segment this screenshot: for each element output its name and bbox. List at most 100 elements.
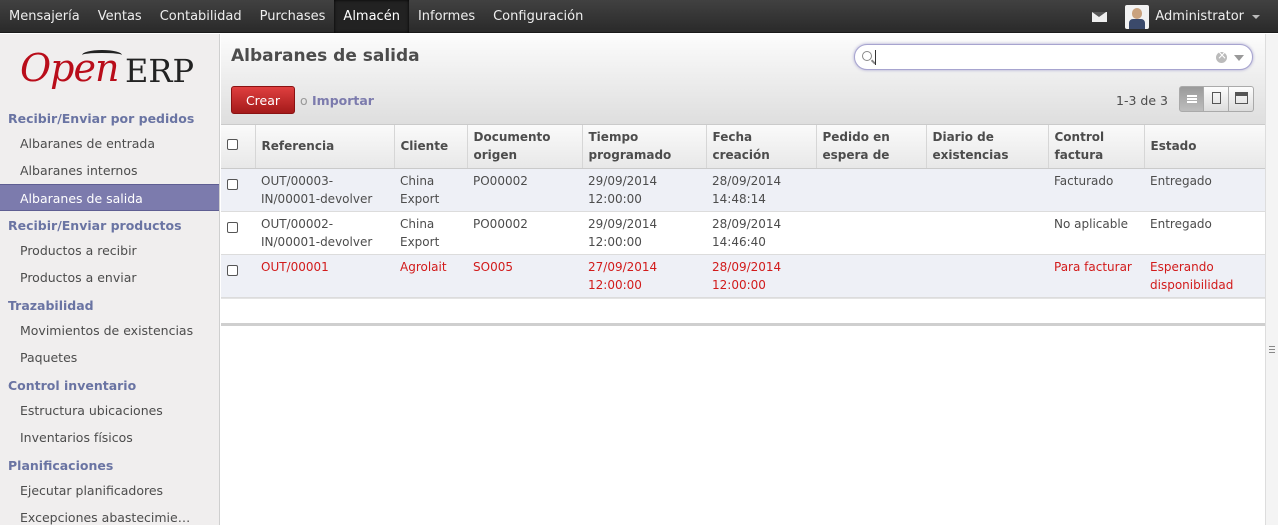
sidebar-section-title: Recibir/Enviar por pedidos bbox=[8, 111, 195, 126]
cell-reference: OUT/00002-IN/00001-devolver bbox=[255, 211, 394, 255]
cell-created: 28/09/2014 14:46:40 bbox=[706, 211, 816, 255]
sidebar-item-excepciones[interactable]: Excepciones abastecimie… bbox=[0, 504, 219, 525]
sidebar-section-title: Control inventario bbox=[8, 378, 137, 393]
cell-created: 28/09/2014 14:48:14 bbox=[706, 168, 816, 212]
logo-bird-icon bbox=[82, 50, 122, 60]
chevron-down-icon[interactable] bbox=[1252, 14, 1260, 19]
scrollbar[interactable] bbox=[1265, 34, 1278, 525]
cell-client: Agrolait bbox=[394, 254, 467, 298]
avatar[interactable] bbox=[1125, 4, 1150, 29]
sidebar-item-estructura-ubicaciones[interactable]: Estructura ubicaciones bbox=[0, 397, 219, 424]
mail-icon[interactable] bbox=[1092, 11, 1108, 22]
logo: Open ERP bbox=[0, 34, 219, 104]
cell-reference: OUT/00001 bbox=[255, 254, 394, 298]
menu-mensajeria[interactable]: Mensajería bbox=[0, 0, 89, 33]
user-menu[interactable]: Administrator bbox=[1155, 9, 1244, 24]
sidebar-item-paquetes[interactable]: Paquetes bbox=[0, 344, 219, 371]
row-select-cell bbox=[221, 168, 255, 212]
cell-origin: PO00002 bbox=[467, 168, 582, 212]
import-link[interactable]: Importar bbox=[312, 93, 374, 108]
select-all-checkbox[interactable] bbox=[227, 139, 238, 151]
table-header: Referencia Cliente Documento origen Tiem… bbox=[221, 125, 1265, 169]
cell-reference: OUT/00003-IN/00001-devolver bbox=[255, 168, 394, 212]
row-select-cell bbox=[221, 254, 255, 298]
or-label: o bbox=[300, 93, 308, 108]
cell-origin: PO00002 bbox=[467, 211, 582, 255]
cell-scheduled: 27/09/2014 12:00:00 bbox=[582, 254, 706, 298]
list-icon bbox=[1187, 95, 1197, 97]
form-icon bbox=[1212, 92, 1221, 104]
cell-backorder bbox=[816, 168, 926, 212]
row-checkbox[interactable] bbox=[227, 221, 238, 233]
calendar-view-button[interactable] bbox=[1229, 86, 1254, 112]
menu-ventas[interactable]: Ventas bbox=[89, 0, 151, 33]
search-input[interactable] bbox=[854, 44, 1253, 70]
column-header[interactable]: Diario de existencias bbox=[926, 125, 1049, 169]
table-row[interactable]: OUT/00002-IN/00001-devolver China Export… bbox=[221, 211, 1265, 255]
user-area: Administrator bbox=[1092, 0, 1260, 33]
sidebar-item-albaranes-salida[interactable]: Albaranes de salida bbox=[0, 184, 219, 211]
column-header[interactable]: Documento origen bbox=[467, 125, 583, 169]
menu-configuracion[interactable]: Configuración bbox=[484, 0, 592, 33]
chevron-down-icon[interactable] bbox=[1234, 55, 1244, 61]
clear-icon[interactable] bbox=[1216, 48, 1227, 63]
column-header[interactable]: Tiempo programado bbox=[582, 125, 707, 169]
column-header[interactable]: Control factura bbox=[1048, 125, 1145, 169]
table-row[interactable]: OUT/00001 Agrolait SO005 27/09/2014 12:0… bbox=[221, 254, 1265, 298]
sidebar-section-title: Trazabilidad bbox=[8, 298, 94, 313]
column-header[interactable]: Cliente bbox=[394, 125, 468, 169]
form-view-button[interactable] bbox=[1204, 86, 1229, 112]
import-area: o Importar bbox=[300, 93, 374, 108]
row-select-cell bbox=[221, 211, 255, 255]
sidebar-item-productos-enviar[interactable]: Productos a enviar bbox=[0, 264, 219, 291]
sidebar-item-inventarios-fisicos[interactable]: Inventarios físicos bbox=[0, 424, 219, 451]
row-checkbox[interactable] bbox=[227, 178, 238, 190]
top-menu: Mensajería Ventas Contabilidad Purchases… bbox=[0, 0, 592, 33]
sidebar-section-title: Recibir/Enviar productos bbox=[8, 218, 182, 233]
column-header[interactable]: Estado bbox=[1144, 125, 1265, 169]
menu-contabilidad[interactable]: Contabilidad bbox=[151, 0, 251, 33]
cell-origin: SO005 bbox=[467, 254, 582, 298]
sidebar-item-ejecutar-planificadores[interactable]: Ejecutar planificadores bbox=[0, 477, 219, 504]
sidebar-item-movimientos[interactable]: Movimientos de existencias bbox=[0, 317, 219, 344]
text-cursor bbox=[875, 50, 876, 65]
top-bar: Mensajería Ventas Contabilidad Purchases… bbox=[0, 0, 1278, 33]
cell-created: 28/09/2014 12:00:00 bbox=[706, 254, 816, 298]
sidebar: Open ERP Recibir/Enviar por pedidos Alba… bbox=[0, 34, 220, 525]
cell-journal bbox=[926, 168, 1048, 212]
cell-scheduled: 29/09/2014 12:00:00 bbox=[582, 168, 706, 212]
cell-journal bbox=[926, 211, 1048, 255]
column-header[interactable]: Fecha creación bbox=[706, 125, 817, 169]
view-switcher bbox=[1179, 86, 1254, 112]
select-all-cell bbox=[221, 125, 256, 169]
cell-backorder bbox=[816, 211, 926, 255]
sidebar-item-albaranes-internos[interactable]: Albaranes internos bbox=[0, 157, 219, 184]
sidebar-section-title: Planificaciones bbox=[8, 458, 114, 473]
column-header[interactable]: Pedido en espera de bbox=[816, 125, 927, 169]
cell-scheduled: 29/09/2014 12:00:00 bbox=[582, 211, 706, 255]
menu-purchases[interactable]: Purchases bbox=[251, 0, 335, 33]
cell-state: Entregado bbox=[1144, 168, 1265, 212]
cell-invoice-control: Facturado bbox=[1048, 168, 1144, 212]
table-row[interactable]: OUT/00003-IN/00001-devolver China Export… bbox=[221, 168, 1265, 212]
sidebar-item-albaranes-entrada[interactable]: Albaranes de entrada bbox=[0, 130, 219, 157]
cell-client: China Export bbox=[394, 211, 467, 255]
grip-icon[interactable] bbox=[1269, 346, 1275, 353]
cell-backorder bbox=[816, 254, 926, 298]
menu-informes[interactable]: Informes bbox=[409, 0, 484, 33]
records-table: Referencia Cliente Documento origen Tiem… bbox=[221, 125, 1265, 298]
pager-value: 1-3 de 3 bbox=[1116, 93, 1168, 108]
cell-client: China Export bbox=[394, 168, 467, 212]
main-content: Albaranes de salida Crear o Importar 1-3… bbox=[221, 34, 1265, 525]
view-header: Albaranes de salida Crear o Importar 1-3… bbox=[221, 34, 1265, 125]
row-checkbox[interactable] bbox=[227, 264, 238, 276]
logo-erp: ERP bbox=[125, 52, 194, 90]
column-header[interactable]: Referencia bbox=[255, 125, 395, 169]
cell-invoice-control: Para facturar bbox=[1048, 254, 1144, 298]
create-button[interactable]: Crear bbox=[231, 86, 295, 114]
page-title: Albaranes de salida bbox=[231, 46, 420, 66]
list-view-button[interactable] bbox=[1179, 86, 1204, 112]
sidebar-item-productos-recibir[interactable]: Productos a recibir bbox=[0, 237, 219, 264]
calendar-icon bbox=[1235, 92, 1248, 104]
menu-almacen[interactable]: Almacén bbox=[334, 0, 409, 33]
